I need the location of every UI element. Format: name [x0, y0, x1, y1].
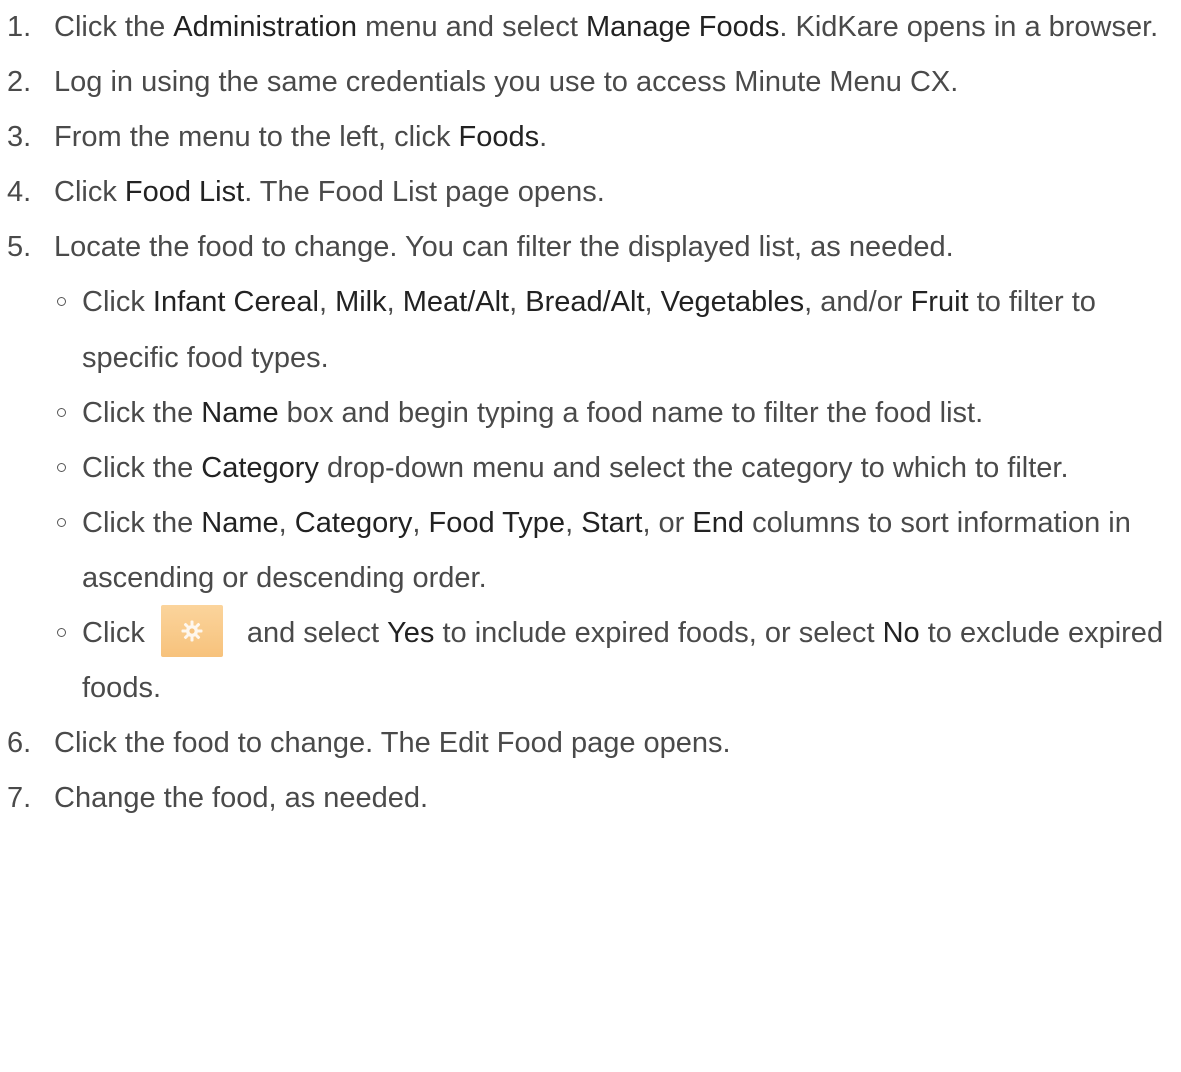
- step-text: ,: [412, 506, 429, 539]
- ui-term: Manage Foods: [585, 11, 780, 43]
- step-text: Click the: [82, 396, 202, 429]
- step-text: . The Food List page opens.: [244, 176, 605, 209]
- step-number: 4.: [7, 176, 32, 209]
- step-text: , or: [642, 506, 693, 539]
- step-text: Click: [54, 176, 125, 209]
- step-item: 3. From the menu to the left, click Foods…: [0, 110, 1181, 165]
- step-line: Click the Administration menu and select…: [54, 11, 1158, 43]
- step-line: Locate the food to change. You can filte…: [54, 231, 954, 263]
- step-text: Click the: [82, 506, 202, 539]
- step-line: Change the food, as needed.: [54, 782, 428, 814]
- step-number: 7.: [7, 782, 32, 815]
- sub-step-item: Click the Name box and begin typing a fo…: [0, 386, 1181, 441]
- ui-term: Food List: [124, 176, 245, 209]
- sub-step-item: Click the Category drop-down menu and se…: [0, 441, 1181, 496]
- step-line: Click Food List. The Food List page open…: [54, 176, 605, 208]
- gear-icon: [181, 620, 203, 642]
- step-text: ,: [386, 286, 403, 319]
- ui-term: Vegetables: [660, 286, 805, 319]
- step-text: menu and select: [357, 11, 586, 43]
- ui-term: Category: [294, 506, 413, 539]
- step-text: drop-down menu and select the category t…: [318, 451, 1069, 484]
- step-line: From the menu to the left, click Foods.: [54, 121, 547, 153]
- step-number: 5.: [7, 231, 32, 264]
- ui-term: Start: [581, 506, 643, 539]
- step-text: and select: [246, 617, 388, 650]
- ui-term: Fruit: [910, 286, 969, 319]
- settings-button[interactable]: [160, 605, 223, 658]
- step-number: 3.: [7, 121, 32, 154]
- step-text: Locate the food to change. You can filte…: [54, 231, 954, 264]
- ui-term: No: [882, 617, 920, 650]
- ui-term: Food Type: [428, 506, 566, 539]
- step-item: 1. Click the Administration menu and sele…: [0, 0, 1181, 55]
- step-text: ,: [644, 286, 661, 319]
- step-line: Click the food to change. The Edit Food …: [54, 727, 731, 759]
- ui-term: Yes: [387, 617, 435, 650]
- ui-term: Administration: [173, 11, 358, 43]
- step-text: Change the food, as needed.: [54, 782, 429, 815]
- sub-step-item: Click Infant Cereal, Milk, Meat/Alt, Bre…: [0, 275, 1181, 385]
- step-text: ,: [278, 506, 295, 539]
- sub-step-item: Click the Name, Category, Food Type, Sta…: [0, 496, 1181, 606]
- step-text: .: [539, 121, 548, 154]
- step-line: Log in using the same credentials you us…: [54, 66, 958, 98]
- step-item: 5. Locate the food to change. You can fil…: [0, 220, 1181, 716]
- step-number: 1.: [7, 11, 32, 43]
- step-text: , and/or: [804, 286, 911, 319]
- steps-list: 1. Click the Administration menu and sele…: [0, 0, 1181, 826]
- sub-steps-list: Click Infant Cereal, Milk, Meat/Alt, Bre…: [0, 275, 1181, 716]
- step-text: . KidKare opens in a browser.: [779, 11, 1159, 43]
- step-item: 4. Click Food List. The Food List page op…: [0, 165, 1181, 220]
- step-number: 6.: [7, 727, 32, 760]
- ui-term: Foods: [458, 121, 540, 154]
- ui-term: End: [692, 506, 745, 539]
- ui-term: Category: [201, 451, 319, 484]
- step-number: 2.: [7, 66, 32, 99]
- ui-term: Meat/Alt: [402, 286, 510, 319]
- step-item: 2. Log in using the same credentials you …: [0, 55, 1181, 110]
- step-text: ,: [509, 286, 526, 319]
- step-text: Click the: [82, 451, 202, 484]
- step-text: ,: [318, 286, 336, 319]
- ui-term: Name: [201, 396, 279, 429]
- step-text: Click the: [54, 11, 174, 43]
- step-item: 6. Click the food to change. The Edit Foo…: [0, 716, 1181, 771]
- step-text: Click the food to change. The Edit Food …: [54, 727, 731, 760]
- instructions-document: 1. Click the Administration menu and sele…: [0, 0, 1181, 826]
- ui-term: Name: [201, 506, 279, 539]
- step-text: box and begin typing a food name to filt…: [278, 396, 984, 429]
- ui-term: Bread/Alt: [525, 286, 645, 319]
- ui-term: Milk: [335, 286, 387, 319]
- step-text: ,: [565, 506, 582, 539]
- step-text: to include expired foods, or select: [434, 617, 883, 650]
- step-text: Click: [82, 617, 145, 650]
- step-item: 7. Change the food, as needed.: [0, 771, 1181, 826]
- step-text: Click: [82, 286, 153, 319]
- ui-term: Infant Cereal: [152, 286, 319, 319]
- step-text: Log in using the same credentials you us…: [54, 66, 959, 99]
- step-text: From the menu to the left, click: [54, 121, 459, 154]
- sub-step-item: Click and select Yes to include expired f…: [0, 605, 1181, 716]
